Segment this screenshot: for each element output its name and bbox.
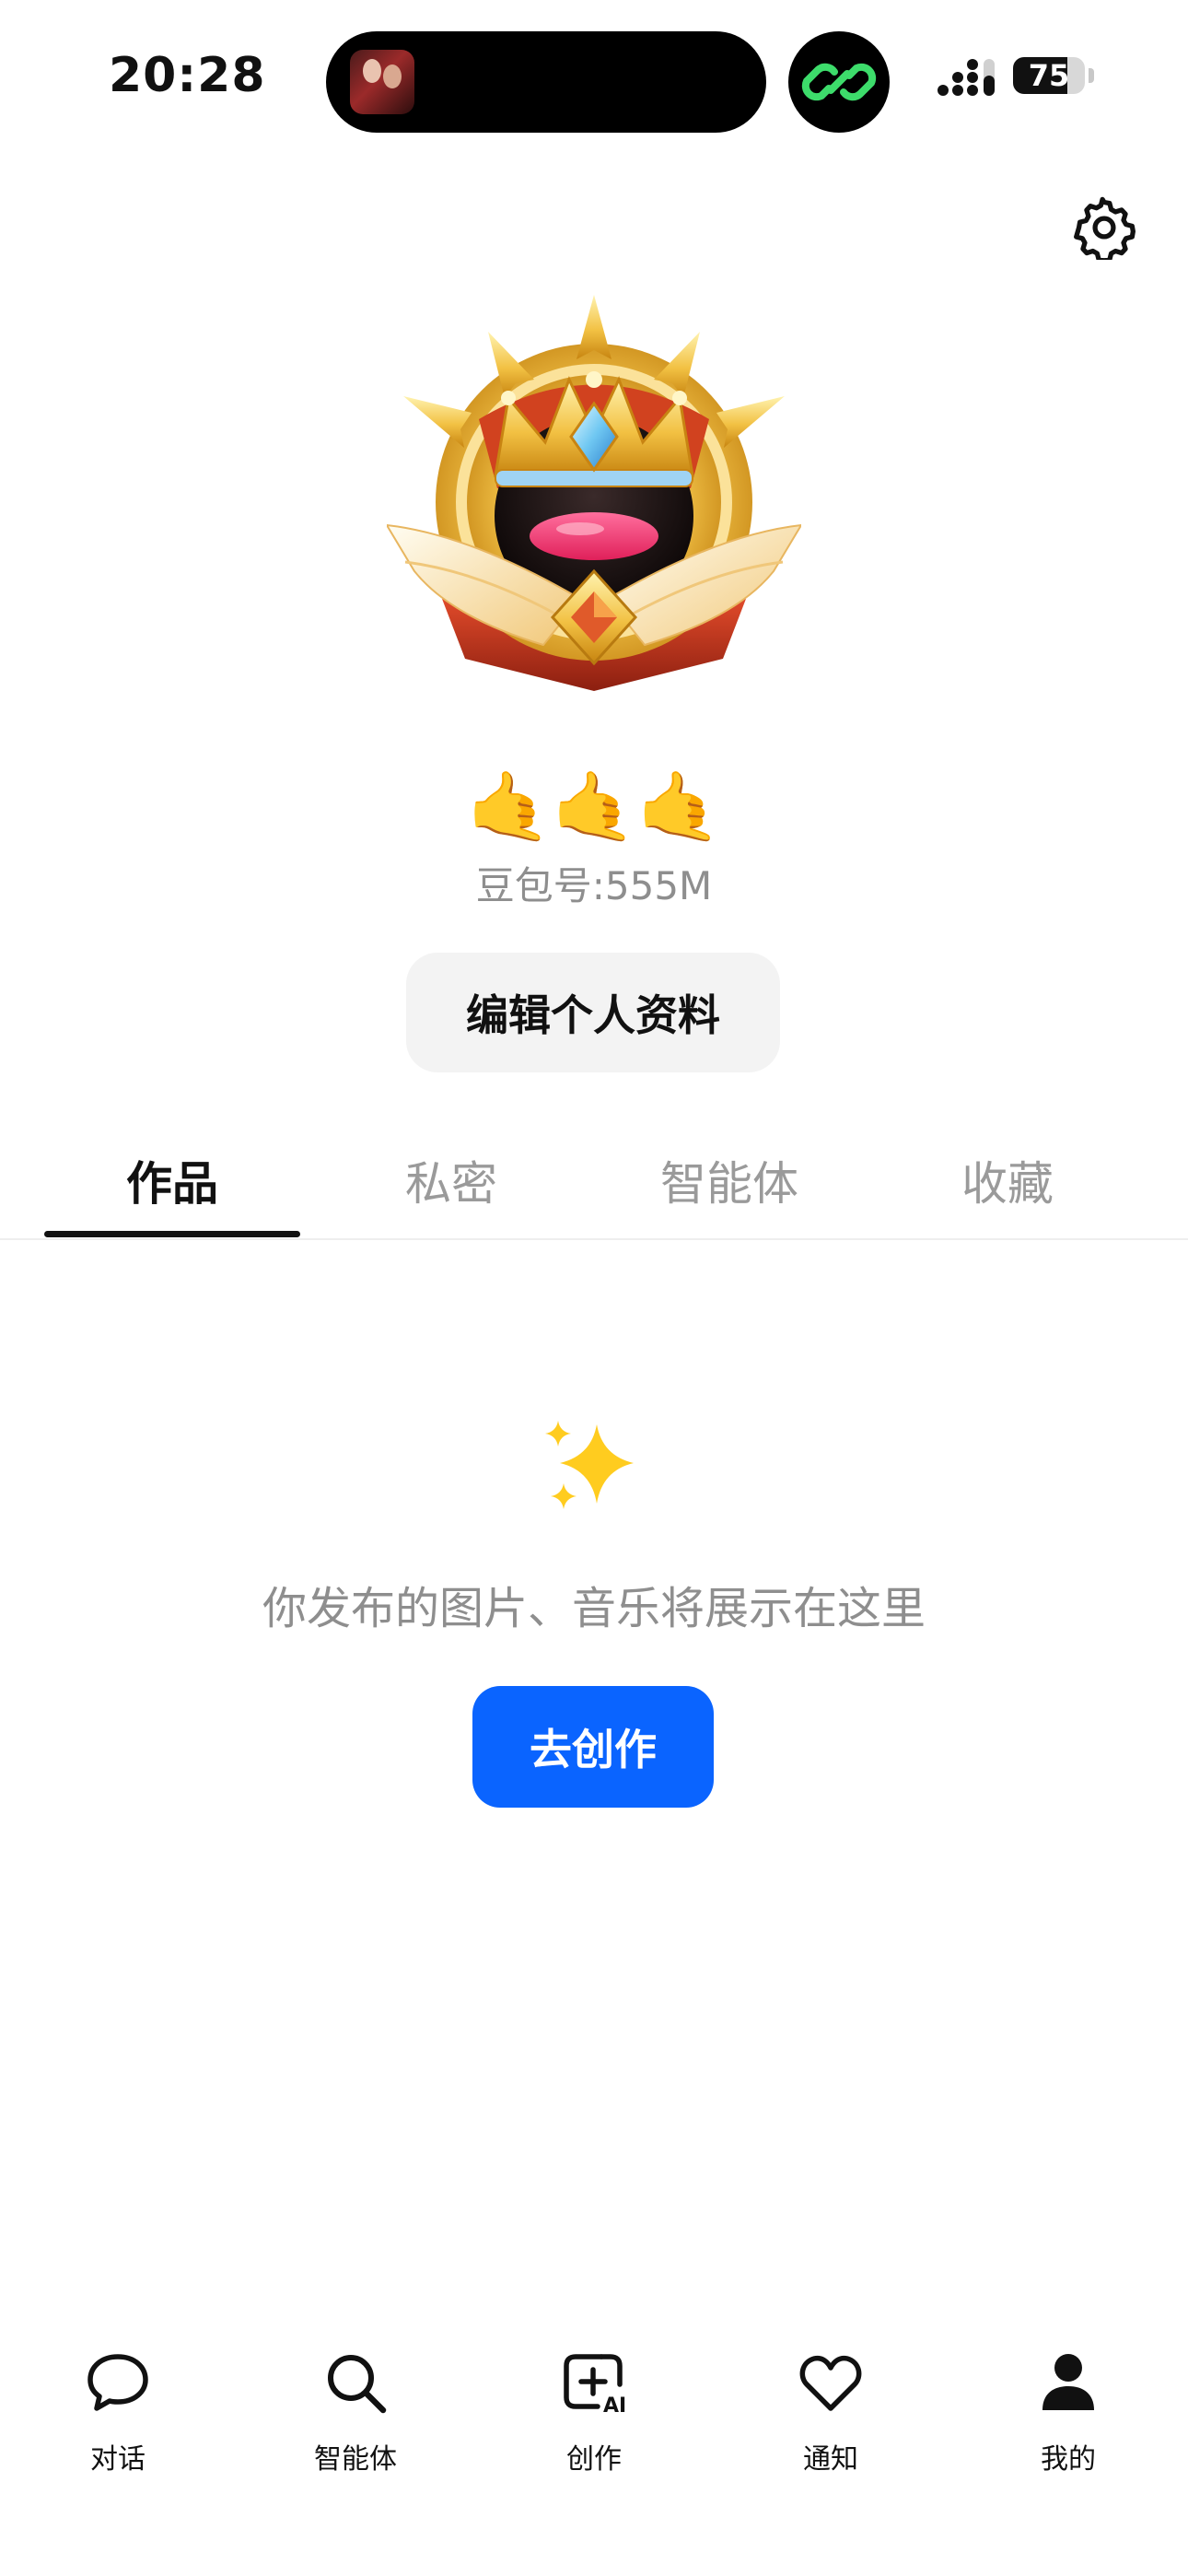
empty-state-message: 你发布的图片、音乐将展示在这里	[262, 1583, 926, 1634]
link-activity-bubble[interactable]	[788, 31, 890, 133]
active-tab-indicator	[44, 1231, 300, 1237]
profile-tabs: 作品 私密 智能体 收藏	[0, 1124, 1188, 1240]
chat-bubble-icon	[87, 2354, 148, 2411]
nav-label-chat: 对话	[90, 2443, 146, 2476]
dynamic-island[interactable]	[326, 31, 766, 133]
edit-profile-button[interactable]: 编辑个人资料	[406, 953, 780, 1072]
nav-label-create: 创作	[566, 2443, 622, 2476]
display-name: 🤙🤙🤙	[466, 767, 722, 847]
heart-icon	[799, 2355, 862, 2411]
nav-item-me[interactable]: 我的	[995, 2349, 1142, 2478]
now-playing-thumbnail[interactable]	[350, 50, 414, 114]
tab-works[interactable]: 作品	[44, 1124, 300, 1236]
status-indicators: 75	[936, 55, 1094, 101]
tab-agents[interactable]: 智能体	[600, 1124, 858, 1236]
person-icon	[1042, 2354, 1094, 2410]
battery-tip	[1089, 68, 1094, 83]
search-icon	[328, 2355, 387, 2414]
go-create-button[interactable]: 去创作	[472, 1686, 714, 1808]
tab-private[interactable]: 私密	[322, 1124, 580, 1236]
settings-button[interactable]	[1068, 192, 1140, 263]
nav-label-me: 我的	[1041, 2443, 1096, 2476]
nav-item-agents[interactable]: 智能体	[282, 2349, 429, 2478]
nav-label-notifications: 通知	[803, 2443, 858, 2476]
nav-label-agents: 智能体	[314, 2443, 397, 2476]
status-time: 20:28	[109, 48, 266, 103]
svg-text:AI: AI	[603, 2395, 626, 2416]
battery-indicator: 75	[1013, 57, 1085, 94]
bottom-navigation: 对话 智能体 AI 创作 通知 我的	[0, 2349, 1188, 2478]
battery-percent: 75	[1028, 58, 1070, 93]
nav-item-notifications[interactable]: 通知	[757, 2349, 904, 2478]
signal-icon	[938, 59, 995, 96]
sparkle-icon	[545, 1421, 634, 1509]
gear-icon	[1074, 196, 1136, 260]
nav-item-create[interactable]: AI 创作	[520, 2349, 668, 2478]
create-ai-icon: AI	[564, 2354, 626, 2416]
link-icon	[801, 63, 877, 101]
avatar-badge[interactable]	[387, 295, 801, 709]
nav-item-chat[interactable]: 对话	[44, 2349, 192, 2478]
user-id: 豆包号:555M	[475, 863, 713, 908]
tab-favorites[interactable]: 收藏	[879, 1124, 1136, 1236]
